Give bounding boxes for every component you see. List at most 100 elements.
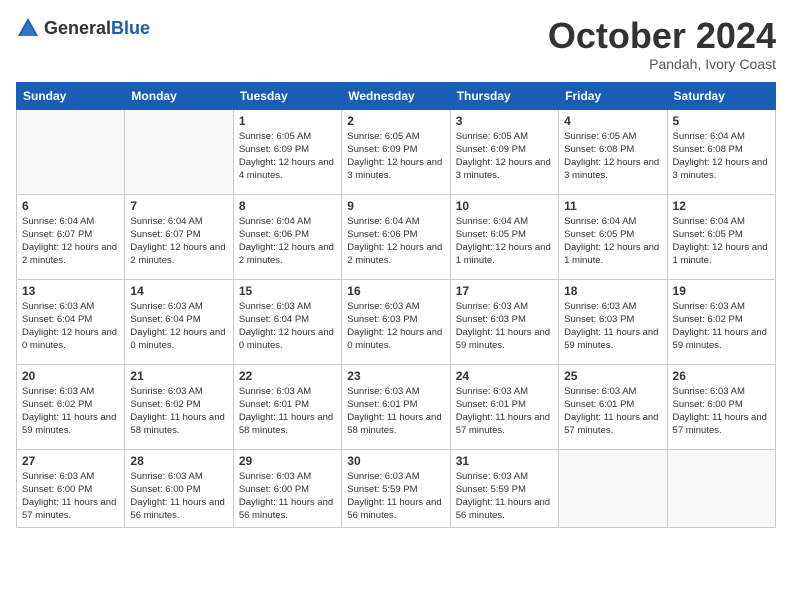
calendar-cell: 27 Sunrise: 6:03 AM Sunset: 6:00 PM Dayli…	[17, 449, 125, 527]
day-number: 14	[130, 284, 227, 298]
day-number: 6	[22, 199, 119, 213]
day-info: Sunrise: 6:03 AM Sunset: 6:00 PM Dayligh…	[673, 385, 770, 438]
day-number: 1	[239, 114, 336, 128]
calendar-cell: 28Sunrise: 6:03 AM Sunset: 6:00 PM Dayli…	[125, 449, 233, 527]
day-number: 25	[564, 369, 661, 383]
calendar-cell: 13Sunrise: 6:03 AM Sunset: 6:04 PM Dayli…	[17, 279, 125, 364]
week-row-5: 27 Sunrise: 6:03 AM Sunset: 6:00 PM Dayli…	[17, 449, 776, 527]
calendar-cell: 18Sunrise: 6:03 AM Sunset: 6:03 PM Dayli…	[559, 279, 667, 364]
day-info: Sunrise: 6:03 AM Sunset: 6:02 PM Dayligh…	[22, 385, 119, 438]
day-number: 4	[564, 114, 661, 128]
calendar-cell: 21 Sunrise: 6:03 AM Sunset: 6:02 PM Dayli…	[125, 364, 233, 449]
day-info: Sunrise: 6:05 AM Sunset: 6:08 PM Dayligh…	[564, 130, 661, 183]
day-number: 8	[239, 199, 336, 213]
day-info: Sunrise: 6:03 AM Sunset: 6:00 PM Dayligh…	[239, 470, 336, 523]
day-number: 21	[130, 369, 227, 383]
header: GeneralBlue October 2024 Pandah, Ivory C…	[16, 16, 776, 72]
day-info: Sunrise: 6:03 AM Sunset: 6:01 PM Dayligh…	[564, 385, 661, 438]
calendar-cell	[559, 449, 667, 527]
day-info: Sunrise: 6:05 AM Sunset: 6:09 PM Dayligh…	[347, 130, 444, 183]
day-info: Sunrise: 6:03 AM Sunset: 6:01 PM Dayligh…	[456, 385, 553, 438]
day-number: 30	[347, 454, 444, 468]
day-number: 27	[22, 454, 119, 468]
day-number: 19	[673, 284, 770, 298]
day-number: 7	[130, 199, 227, 213]
day-number: 12	[673, 199, 770, 213]
day-info: Sunrise: 6:04 AM Sunset: 6:06 PM Dayligh…	[347, 215, 444, 268]
day-number: 23	[347, 369, 444, 383]
calendar-cell: 15 Sunrise: 6:03 AM Sunset: 6:04 PM Dayli…	[233, 279, 341, 364]
calendar-cell: 25 Sunrise: 6:03 AM Sunset: 6:01 PM Dayli…	[559, 364, 667, 449]
week-row-4: 20Sunrise: 6:03 AM Sunset: 6:02 PM Dayli…	[17, 364, 776, 449]
day-number: 26	[673, 369, 770, 383]
day-info: Sunrise: 6:03 AM Sunset: 6:03 PM Dayligh…	[456, 300, 553, 353]
day-info: Sunrise: 6:03 AM Sunset: 5:59 PM Dayligh…	[456, 470, 553, 523]
calendar-cell: 7 Sunrise: 6:04 AM Sunset: 6:07 PM Daylig…	[125, 194, 233, 279]
day-number: 28	[130, 454, 227, 468]
day-number: 5	[673, 114, 770, 128]
day-info: Sunrise: 6:04 AM Sunset: 6:08 PM Dayligh…	[673, 130, 770, 183]
logo: GeneralBlue	[16, 16, 150, 40]
calendar-cell: 12Sunrise: 6:04 AM Sunset: 6:05 PM Dayli…	[667, 194, 775, 279]
weekday-header-monday: Monday	[125, 82, 233, 109]
day-info: Sunrise: 6:05 AM Sunset: 6:09 PM Dayligh…	[239, 130, 336, 183]
calendar-cell: 4 Sunrise: 6:05 AM Sunset: 6:08 PM Daylig…	[559, 109, 667, 194]
calendar-cell: 11 Sunrise: 6:04 AM Sunset: 6:05 PM Dayli…	[559, 194, 667, 279]
calendar-cell: 1 Sunrise: 6:05 AM Sunset: 6:09 PM Daylig…	[233, 109, 341, 194]
day-info: Sunrise: 6:03 AM Sunset: 6:01 PM Dayligh…	[239, 385, 336, 438]
title-block: October 2024 Pandah, Ivory Coast	[548, 16, 776, 72]
calendar: SundayMondayTuesdayWednesdayThursdayFrid…	[16, 82, 776, 528]
day-info: Sunrise: 6:05 AM Sunset: 6:09 PM Dayligh…	[456, 130, 553, 183]
calendar-cell: 8 Sunrise: 6:04 AM Sunset: 6:06 PM Daylig…	[233, 194, 341, 279]
location-subtitle: Pandah, Ivory Coast	[548, 56, 776, 72]
day-info: Sunrise: 6:04 AM Sunset: 6:06 PM Dayligh…	[239, 215, 336, 268]
weekday-header-thursday: Thursday	[450, 82, 558, 109]
weekday-header-row: SundayMondayTuesdayWednesdayThursdayFrid…	[17, 82, 776, 109]
day-number: 9	[347, 199, 444, 213]
calendar-cell: 19 Sunrise: 6:03 AM Sunset: 6:02 PM Dayli…	[667, 279, 775, 364]
weekday-header-wednesday: Wednesday	[342, 82, 450, 109]
day-info: Sunrise: 6:04 AM Sunset: 6:05 PM Dayligh…	[564, 215, 661, 268]
calendar-cell: 6 Sunrise: 6:04 AM Sunset: 6:07 PM Daylig…	[17, 194, 125, 279]
logo-text: GeneralBlue	[44, 18, 150, 39]
day-number: 2	[347, 114, 444, 128]
week-row-2: 6 Sunrise: 6:04 AM Sunset: 6:07 PM Daylig…	[17, 194, 776, 279]
day-number: 16	[347, 284, 444, 298]
calendar-cell	[667, 449, 775, 527]
day-info: Sunrise: 6:03 AM Sunset: 6:04 PM Dayligh…	[239, 300, 336, 353]
day-info: Sunrise: 6:03 AM Sunset: 6:04 PM Dayligh…	[22, 300, 119, 353]
day-number: 15	[239, 284, 336, 298]
day-info: Sunrise: 6:03 AM Sunset: 6:00 PM Dayligh…	[22, 470, 119, 523]
day-number: 10	[456, 199, 553, 213]
day-info: Sunrise: 6:03 AM Sunset: 6:04 PM Dayligh…	[130, 300, 227, 353]
calendar-cell: 3 Sunrise: 6:05 AM Sunset: 6:09 PM Daylig…	[450, 109, 558, 194]
calendar-cell: 26 Sunrise: 6:03 AM Sunset: 6:00 PM Dayli…	[667, 364, 775, 449]
calendar-cell	[17, 109, 125, 194]
weekday-header-sunday: Sunday	[17, 82, 125, 109]
calendar-cell: 23 Sunrise: 6:03 AM Sunset: 6:01 PM Dayli…	[342, 364, 450, 449]
calendar-cell: 17 Sunrise: 6:03 AM Sunset: 6:03 PM Dayli…	[450, 279, 558, 364]
week-row-1: 1 Sunrise: 6:05 AM Sunset: 6:09 PM Daylig…	[17, 109, 776, 194]
calendar-cell: 16Sunrise: 6:03 AM Sunset: 6:03 PM Dayli…	[342, 279, 450, 364]
day-info: Sunrise: 6:03 AM Sunset: 6:01 PM Dayligh…	[347, 385, 444, 438]
calendar-cell: 20Sunrise: 6:03 AM Sunset: 6:02 PM Dayli…	[17, 364, 125, 449]
calendar-cell: 14 Sunrise: 6:03 AM Sunset: 6:04 PM Dayli…	[125, 279, 233, 364]
weekday-header-saturday: Saturday	[667, 82, 775, 109]
weekday-header-friday: Friday	[559, 82, 667, 109]
day-info: Sunrise: 6:04 AM Sunset: 6:07 PM Dayligh…	[22, 215, 119, 268]
logo-icon	[16, 16, 40, 40]
day-number: 11	[564, 199, 661, 213]
calendar-cell: 9 Sunrise: 6:04 AM Sunset: 6:06 PM Daylig…	[342, 194, 450, 279]
week-row-3: 13Sunrise: 6:03 AM Sunset: 6:04 PM Dayli…	[17, 279, 776, 364]
day-info: Sunrise: 6:04 AM Sunset: 6:07 PM Dayligh…	[130, 215, 227, 268]
weekday-header-tuesday: Tuesday	[233, 82, 341, 109]
day-info: Sunrise: 6:03 AM Sunset: 6:02 PM Dayligh…	[130, 385, 227, 438]
day-info: Sunrise: 6:03 AM Sunset: 6:02 PM Dayligh…	[673, 300, 770, 353]
day-number: 29	[239, 454, 336, 468]
day-number: 17	[456, 284, 553, 298]
month-title: October 2024	[548, 16, 776, 56]
calendar-cell: 5 Sunrise: 6:04 AM Sunset: 6:08 PM Daylig…	[667, 109, 775, 194]
day-info: Sunrise: 6:03 AM Sunset: 6:03 PM Dayligh…	[564, 300, 661, 353]
day-number: 3	[456, 114, 553, 128]
calendar-cell: 29 Sunrise: 6:03 AM Sunset: 6:00 PM Dayli…	[233, 449, 341, 527]
